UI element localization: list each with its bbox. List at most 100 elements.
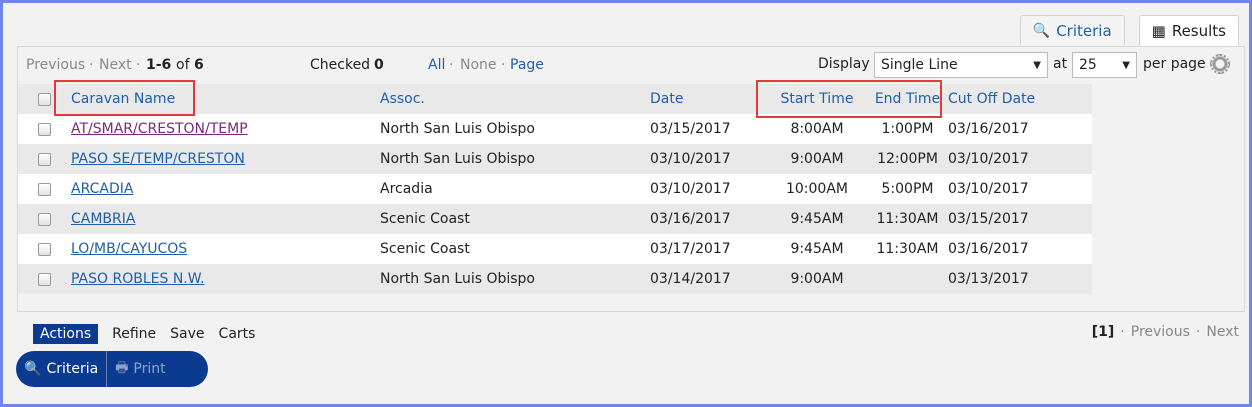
- bottom-previous-link[interactable]: Previous: [1131, 324, 1190, 340]
- caravan-name-link[interactable]: LO/MB/CAYUCOS: [71, 241, 187, 257]
- table-row: ARCADIA Arcadia 03/10/2017 10:00AM 5:00P…: [18, 174, 1092, 204]
- assoc-cell: North San Luis Obispo: [380, 264, 650, 294]
- start-time-cell: 8:00AM: [767, 114, 867, 144]
- caravan-name-link[interactable]: PASO ROBLES N.W.: [71, 271, 204, 287]
- results-panel: Previous · Next · 1-6 of 6 Checked 0 All…: [17, 46, 1245, 312]
- column-header-assoc[interactable]: Assoc.: [380, 84, 650, 114]
- row-checkbox[interactable]: [38, 212, 51, 226]
- actions-menu[interactable]: Actions: [33, 324, 99, 344]
- date-cell: 03/17/2017: [650, 234, 767, 264]
- select-none-link[interactable]: None: [460, 57, 497, 73]
- action-buttons: 🔍 Criteria 🖶 Print: [16, 351, 208, 387]
- cut-off-date-cell: 03/13/2017: [948, 264, 1092, 294]
- tab-results-label: Results: [1171, 22, 1226, 40]
- caravan-name-link[interactable]: AT/SMAR/CRESTON/TEMP: [71, 121, 248, 137]
- magnifier-icon: 🔍: [24, 361, 42, 377]
- pager-separator: ·: [136, 57, 141, 73]
- row-checkbox[interactable]: [38, 152, 51, 166]
- pager-separator: ·: [89, 57, 94, 73]
- date-cell: 03/14/2017: [650, 264, 767, 294]
- assoc-cell: North San Luis Obispo: [380, 144, 650, 174]
- caravan-name-link[interactable]: PASO SE/TEMP/CRESTON: [71, 151, 245, 167]
- row-checkbox[interactable]: [38, 122, 51, 136]
- select-separator: ·: [501, 57, 506, 73]
- criteria-button-label: Criteria: [46, 361, 99, 377]
- start-time-cell: 9:45AM: [767, 204, 867, 234]
- save-menu[interactable]: Save: [170, 326, 204, 342]
- per-page-label: per page: [1143, 56, 1206, 72]
- row-checkbox[interactable]: [38, 182, 51, 196]
- at-label: at: [1053, 56, 1068, 72]
- table-row: PASO ROBLES N.W. North San Luis Obispo 0…: [18, 264, 1092, 294]
- cut-off-date-cell: 03/16/2017: [948, 114, 1092, 144]
- select-page-link[interactable]: Page: [510, 57, 544, 73]
- results-table: Caravan Name Assoc. Date Start Time End …: [18, 84, 1092, 294]
- per-page-select-value: 25: [1079, 57, 1097, 73]
- results-toolbar: Previous · Next · 1-6 of 6 Checked 0 All…: [18, 47, 1244, 83]
- print-button-label: Print: [133, 361, 166, 377]
- table-row: AT/SMAR/CRESTON/TEMP North San Luis Obis…: [18, 114, 1092, 144]
- caravan-name-link[interactable]: CAMBRIA: [71, 211, 135, 227]
- gear-icon[interactable]: [1210, 54, 1230, 74]
- cut-off-date-cell: 03/10/2017: [948, 174, 1092, 204]
- table-row: PASO SE/TEMP/CRESTON North San Luis Obis…: [18, 144, 1092, 174]
- start-time-cell: 9:45AM: [767, 234, 867, 264]
- cut-off-date-cell: 03/15/2017: [948, 204, 1092, 234]
- date-cell: 03/10/2017: [650, 174, 767, 204]
- select-all-checkbox-cell: [18, 84, 71, 114]
- caravan-name-link[interactable]: ARCADIA: [71, 181, 133, 197]
- column-header-end-time[interactable]: End Time: [867, 84, 948, 114]
- checked-label: Checked: [310, 57, 371, 73]
- result-total: 6: [194, 57, 204, 73]
- results-table-icon: ▦: [1151, 22, 1166, 40]
- assoc-cell: Scenic Coast: [380, 204, 650, 234]
- end-time-cell: 1:00PM: [867, 114, 948, 144]
- date-cell: 03/16/2017: [650, 204, 767, 234]
- end-time-cell: 11:30AM: [867, 204, 948, 234]
- result-range: 1-6: [146, 57, 172, 73]
- display-select[interactable]: Single Line ▼: [874, 52, 1048, 78]
- printer-icon: 🖶: [115, 360, 129, 376]
- row-checkbox[interactable]: [38, 272, 51, 286]
- assoc-cell: North San Luis Obispo: [380, 114, 650, 144]
- tab-criteria[interactable]: 🔍 Criteria: [1019, 15, 1125, 45]
- column-header-cut-off-date[interactable]: Cut Off Date: [948, 84, 1092, 114]
- start-time-cell: 9:00AM: [767, 264, 867, 294]
- criteria-button[interactable]: 🔍 Criteria: [16, 351, 106, 387]
- date-cell: 03/15/2017: [650, 114, 767, 144]
- carts-menu[interactable]: Carts: [219, 326, 256, 342]
- bottom-next-link[interactable]: Next: [1206, 324, 1239, 340]
- chevron-down-icon: ▼: [1122, 59, 1130, 71]
- column-header-start-time[interactable]: Start Time: [767, 84, 867, 114]
- next-link[interactable]: Next: [99, 57, 132, 73]
- pager-separator: ·: [1195, 324, 1201, 340]
- start-time-cell: 9:00AM: [767, 144, 867, 174]
- table-header-row: Caravan Name Assoc. Date Start Time End …: [18, 84, 1092, 114]
- select-all-link[interactable]: All: [428, 57, 445, 73]
- tab-criteria-label: Criteria: [1056, 21, 1112, 40]
- row-checkbox[interactable]: [38, 242, 51, 256]
- display-select-value: Single Line: [881, 57, 958, 73]
- previous-link[interactable]: Previous: [26, 57, 85, 73]
- magnifier-icon: 🔍: [1032, 22, 1051, 39]
- assoc-cell: Scenic Coast: [380, 234, 650, 264]
- refine-menu[interactable]: Refine: [112, 326, 156, 342]
- view-tabs: 🔍 Criteria ▦ Results: [1019, 15, 1239, 46]
- column-header-caravan-name[interactable]: Caravan Name: [71, 84, 380, 114]
- end-time-cell: 12:00PM: [867, 144, 948, 174]
- print-button[interactable]: 🖶 Print: [106, 351, 173, 387]
- per-page-select[interactable]: 25 ▼: [1072, 52, 1137, 78]
- cut-off-date-cell: 03/16/2017: [948, 234, 1092, 264]
- bottom-menu: Actions Refine Save Carts: [33, 324, 255, 344]
- current-page: [1]: [1091, 324, 1115, 340]
- checked-count: 0: [374, 57, 384, 73]
- tab-results[interactable]: ▦ Results: [1138, 15, 1239, 46]
- select-all-checkbox[interactable]: [38, 92, 51, 106]
- table-row: LO/MB/CAYUCOS Scenic Coast 03/17/2017 9:…: [18, 234, 1092, 264]
- assoc-cell: Arcadia: [380, 174, 650, 204]
- pager-separator: ·: [1120, 324, 1125, 340]
- end-time-cell: [867, 264, 948, 294]
- cut-off-date-cell: 03/10/2017: [948, 144, 1092, 174]
- column-header-date[interactable]: Date: [650, 84, 767, 114]
- end-time-cell: 11:30AM: [867, 234, 948, 264]
